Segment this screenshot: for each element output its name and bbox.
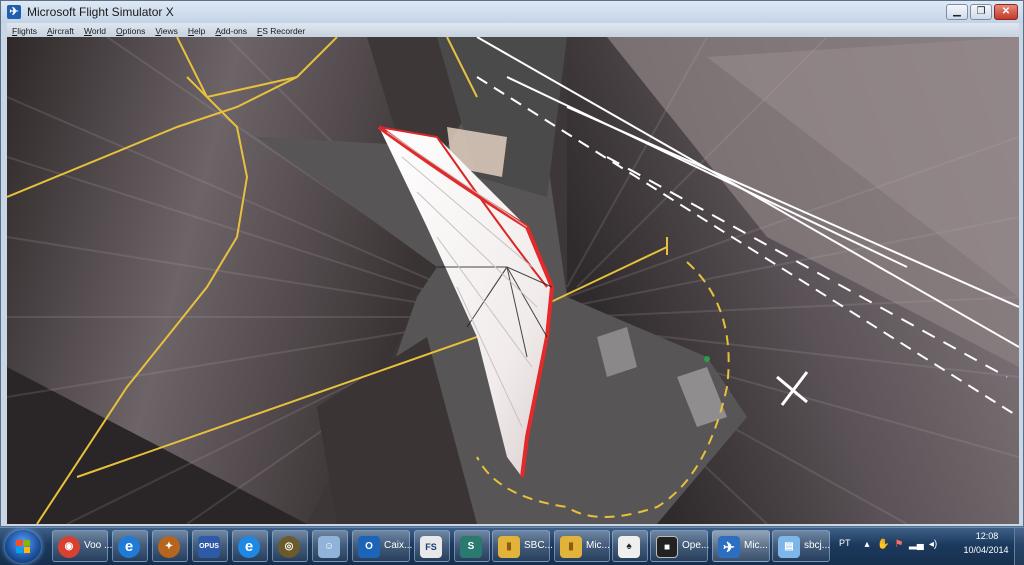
- clock-date[interactable]: 10/04/2014: [954, 545, 1018, 555]
- taskbar-ie-update[interactable]: e: [232, 530, 268, 562]
- console-icon: ■: [656, 536, 678, 558]
- outlook-icon: O: [358, 536, 380, 558]
- taskbar-compass-app[interactable]: ✦: [152, 530, 188, 562]
- internet-explorer-icon: e: [118, 536, 140, 558]
- menu-world[interactable]: World: [79, 23, 111, 37]
- airplane-icon[interactable]: ✈: [7, 5, 21, 19]
- menu-bar: Flights Aircraft World Options Views Hel…: [7, 23, 1019, 37]
- start-button[interactable]: [5, 530, 41, 563]
- taskbar-label: SBC...: [524, 540, 553, 551]
- show-hidden-icon[interactable]: ▴: [861, 539, 873, 551]
- taskbar-label: Ope...: [682, 540, 710, 551]
- folder-icon: ▮: [560, 536, 582, 558]
- system-tray: PT ▴ ✋ ⚑ ▂▄ ◂) 12:08 10/04/2014: [833, 528, 1024, 565]
- taskbar-outlook[interactable]: O Caix...: [352, 530, 413, 562]
- taskbar-ie[interactable]: e: [112, 530, 148, 562]
- close-button[interactable]: ✕: [994, 4, 1018, 20]
- show-desktop-button[interactable]: [1014, 528, 1024, 565]
- taskbar-label: Caix...: [384, 540, 413, 551]
- volume-icon[interactable]: ◂): [927, 539, 939, 551]
- taskbar-label: Mic...: [744, 540, 768, 551]
- chrome-icon: ◉: [58, 536, 80, 558]
- flag-icon[interactable]: ⚑: [893, 539, 905, 551]
- taskbar-opus[interactable]: OPUS: [192, 530, 228, 562]
- windows-logo-icon: [16, 540, 30, 553]
- opus-icon: OPUS: [198, 536, 220, 558]
- ie-update-icon: e: [238, 536, 260, 558]
- compass-app-icon: ✦: [158, 536, 180, 558]
- network-icon[interactable]: ▂▄: [909, 539, 924, 551]
- gauge-app-icon: ◎: [278, 536, 300, 558]
- taskbar-label: Voo ...: [84, 540, 113, 551]
- taskbar-notepad[interactable]: ▤ sbcj...: [772, 530, 830, 562]
- menu-fs-recorder[interactable]: FS Recorder: [252, 23, 310, 37]
- menu-help[interactable]: Help: [183, 23, 210, 37]
- hand-icon[interactable]: ✋: [877, 539, 889, 551]
- taskbar-label: Mic...: [586, 540, 610, 551]
- scenery-render: [7, 37, 1019, 524]
- taskbar-cards[interactable]: ♠: [612, 530, 648, 562]
- taskbar: ◉ Voo ... e ✦ OPUS e ◎ ☺ O Caix... FS S …: [0, 527, 1024, 565]
- cards-icon: ♠: [618, 536, 640, 558]
- taskbar-python[interactable]: S: [454, 530, 490, 562]
- menu-options[interactable]: Options: [111, 23, 150, 37]
- minimize-button[interactable]: ▁: [946, 4, 968, 20]
- taskbar-gauge-app[interactable]: ◎: [272, 530, 308, 562]
- taskbar-console[interactable]: ■ Ope...: [650, 530, 710, 562]
- taskbar-label: sbcj...: [804, 540, 831, 551]
- menu-aircraft[interactable]: Aircraft: [42, 23, 79, 37]
- taskbar-fs-acars[interactable]: FS: [414, 530, 450, 562]
- notepad-icon: ▤: [778, 536, 800, 558]
- user-tile-icon: ☺: [318, 536, 340, 558]
- taskbar-flight-simulator[interactable]: ✈ Mic...: [712, 530, 770, 562]
- taskbar-folder-sbc[interactable]: ▮ SBC...: [492, 530, 553, 562]
- window-title: Microsoft Flight Simulator X: [27, 5, 174, 19]
- menu-add-ons[interactable]: Add-ons: [210, 23, 252, 37]
- restore-button[interactable]: ❐: [970, 4, 992, 20]
- clock-time[interactable]: 12:08: [961, 531, 1013, 541]
- folder-icon: ▮: [498, 536, 520, 558]
- menu-views[interactable]: Views: [150, 23, 183, 37]
- language-indicator[interactable]: PT: [839, 538, 851, 548]
- python-icon: S: [460, 536, 482, 558]
- taskbar-chrome[interactable]: ◉ Voo ...: [52, 530, 112, 562]
- airplane-icon: ✈: [718, 536, 740, 558]
- flight-simulator-window: ✈ Microsoft Flight Simulator X ▁ ❐ ✕ Fli…: [0, 0, 1024, 527]
- simulator-3d-view[interactable]: [7, 37, 1019, 524]
- fs-acars-icon: FS: [420, 536, 442, 558]
- menu-flights[interactable]: Flights: [7, 23, 42, 37]
- taskbar-folder-mic[interactable]: ▮ Mic...: [554, 530, 610, 562]
- title-bar[interactable]: ✈ Microsoft Flight Simulator X ▁ ❐ ✕: [1, 1, 1023, 23]
- taskbar-user-tile[interactable]: ☺: [312, 530, 348, 562]
